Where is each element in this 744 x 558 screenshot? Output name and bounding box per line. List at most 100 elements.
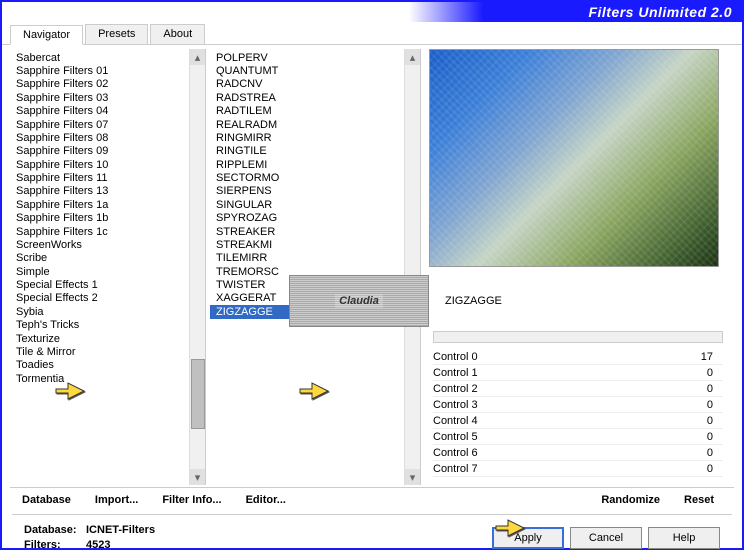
current-filter-name: ZIGZAGGE — [441, 291, 734, 311]
filter-item[interactable]: REALRADM — [210, 118, 404, 131]
control-value: 17 — [701, 351, 713, 363]
help-button[interactable]: Help — [648, 527, 720, 549]
filter-name-row: Claudia ZIGZAGGE — [429, 275, 734, 327]
category-item[interactable]: Scribe — [10, 252, 189, 265]
control-name: Control 2 — [433, 383, 478, 395]
scroll-thumb[interactable] — [191, 359, 205, 429]
category-item[interactable]: Sapphire Filters 10 — [10, 158, 189, 171]
control-row[interactable]: Control 50 — [433, 429, 723, 445]
control-row[interactable]: Control 10 — [433, 365, 723, 381]
category-item[interactable]: Sapphire Filters 07 — [10, 118, 189, 131]
filter-item[interactable]: RADSTREA — [210, 91, 404, 104]
filter-item[interactable]: QUANTUMT — [210, 64, 404, 77]
filter-info-link[interactable]: Filter Info... — [162, 494, 221, 506]
app-title: Filters Unlimited 2.0 — [588, 4, 732, 20]
control-name: Control 1 — [433, 367, 478, 379]
control-row[interactable]: Control 7 0 — [433, 461, 723, 477]
bottom-bar: Database: ICNET-Filters Filters: 4523 Appl… — [12, 514, 732, 558]
category-item[interactable]: Sapphire Filters 04 — [10, 105, 189, 118]
category-item[interactable]: Sapphire Filters 03 — [10, 91, 189, 104]
control-value: 0 — [707, 431, 713, 443]
category-item[interactable]: Texturize — [10, 332, 189, 345]
control-row[interactable]: Control 2 0 — [433, 381, 723, 397]
control-value: 0 — [707, 383, 713, 395]
scroll-down-icon[interactable]: ▾ — [405, 469, 420, 485]
control-value: 0 — [707, 463, 713, 475]
link-bar: Database Import... Filter Info... Editor… — [10, 487, 734, 512]
filter-item[interactable]: SINGULAR — [210, 198, 404, 211]
filter-item[interactable]: SPYROZAG — [210, 212, 404, 225]
category-item[interactable]: Sapphire Filters 13 — [10, 185, 189, 198]
filter-item[interactable]: RINGMIRR — [210, 131, 404, 144]
control-row[interactable]: Control 0 17 — [433, 349, 723, 365]
category-item[interactable]: ScreenWorks — [10, 238, 189, 251]
control-name: Control 0 — [433, 351, 478, 363]
filter-item[interactable]: RADCNV — [210, 78, 404, 91]
category-item[interactable]: Sybia — [10, 305, 189, 318]
filter-item[interactable]: RIPPLEMI — [210, 158, 404, 171]
editor-link[interactable]: Editor... — [246, 494, 286, 506]
category-item[interactable]: Teph's Tricks — [10, 319, 189, 332]
control-row[interactable]: Control 3 0 — [433, 397, 723, 413]
category-item[interactable]: Special Effects 2 — [10, 292, 189, 305]
category-item[interactable]: Sapphire Filters 01 — [10, 64, 189, 77]
category-item[interactable]: Tormentia — [10, 372, 189, 385]
scroll-up-icon[interactable]: ▴ — [190, 49, 205, 65]
tab-about[interactable]: About — [150, 24, 205, 44]
author-thumb: Claudia — [289, 275, 429, 327]
mid-scrollbar[interactable]: ▴ ▾ — [404, 49, 420, 485]
control-name: Control 7 — [433, 463, 478, 475]
cancel-button[interactable]: Cancel — [570, 527, 642, 549]
filter-item[interactable]: STREAKMI — [210, 238, 404, 251]
tab-presets[interactable]: Presets — [85, 24, 148, 44]
control-name: Control 4 — [433, 415, 478, 427]
category-item[interactable]: Tile & Mirror — [10, 345, 189, 358]
category-item[interactable]: Sapphire Filters 08 — [10, 131, 189, 144]
apply-button[interactable]: Apply — [492, 527, 564, 549]
filter-list[interactable]: POLPERVQUANTUMTRADCNVRADSTREARADTILEMREA… — [210, 49, 404, 485]
filter-item[interactable]: SECTORMO — [210, 171, 404, 184]
tab-navigator[interactable]: Navigator — [10, 25, 83, 45]
control-row[interactable]: Control 40 — [433, 413, 723, 429]
category-item[interactable]: Special Effects 1 — [10, 278, 189, 291]
database-link[interactable]: Database — [22, 494, 71, 506]
filter-preview — [429, 49, 719, 267]
filter-item[interactable]: TILEMIRR — [210, 252, 404, 265]
main-area: SabercatSapphire Filters 01Sapphire Filt… — [2, 45, 742, 485]
category-item[interactable]: Sapphire Filters 1b — [10, 212, 189, 225]
filters-label: Filters: — [24, 538, 80, 553]
filter-item[interactable]: RINGTILE — [210, 145, 404, 158]
category-list-pane: SabercatSapphire Filters 01Sapphire Filt… — [10, 49, 206, 485]
filter-item[interactable]: POLPERV — [210, 51, 404, 64]
filter-item[interactable]: RADTILEM — [210, 105, 404, 118]
filters-count: 4523 — [86, 538, 110, 553]
filter-item[interactable]: SIERPENS — [210, 185, 404, 198]
category-item[interactable]: Sapphire Filters 02 — [10, 78, 189, 91]
control-name: Control 3 — [433, 399, 478, 411]
category-item[interactable]: Toadies — [10, 359, 189, 372]
category-item[interactable]: Sapphire Filters 1a — [10, 198, 189, 211]
scroll-down-icon[interactable]: ▾ — [190, 469, 205, 485]
category-item[interactable]: Simple — [10, 265, 189, 278]
control-row[interactable]: Control 60 — [433, 445, 723, 461]
tabs-row: Navigator Presets About — [2, 24, 742, 45]
reset-link[interactable]: Reset — [684, 494, 714, 506]
category-item[interactable]: Sabercat — [10, 51, 189, 64]
db-info: Database: ICNET-Filters Filters: 4523 — [24, 523, 486, 554]
category-list[interactable]: SabercatSapphire Filters 01Sapphire Filt… — [10, 49, 189, 485]
import-link[interactable]: Import... — [95, 494, 138, 506]
db-label: Database: — [24, 523, 80, 538]
titlebar: Filters Unlimited 2.0 — [2, 2, 742, 22]
category-item[interactable]: Sapphire Filters 11 — [10, 171, 189, 184]
filter-list-pane: POLPERVQUANTUMTRADCNVRADSTREARADTILEMREA… — [206, 49, 421, 485]
author-label: Claudia — [335, 294, 383, 308]
left-scrollbar[interactable]: ▴ ▾ — [189, 49, 205, 485]
control-value: 0 — [707, 399, 713, 411]
randomize-link[interactable]: Randomize — [601, 494, 660, 506]
db-value: ICNET-Filters — [86, 523, 155, 538]
scroll-up-icon[interactable]: ▴ — [405, 49, 420, 65]
category-item[interactable]: Sapphire Filters 1c — [10, 225, 189, 238]
controls-table: Control 017Control 10Control 20Control 3… — [433, 349, 723, 477]
category-item[interactable]: Sapphire Filters 09 — [10, 145, 189, 158]
filter-item[interactable]: STREAKER — [210, 225, 404, 238]
